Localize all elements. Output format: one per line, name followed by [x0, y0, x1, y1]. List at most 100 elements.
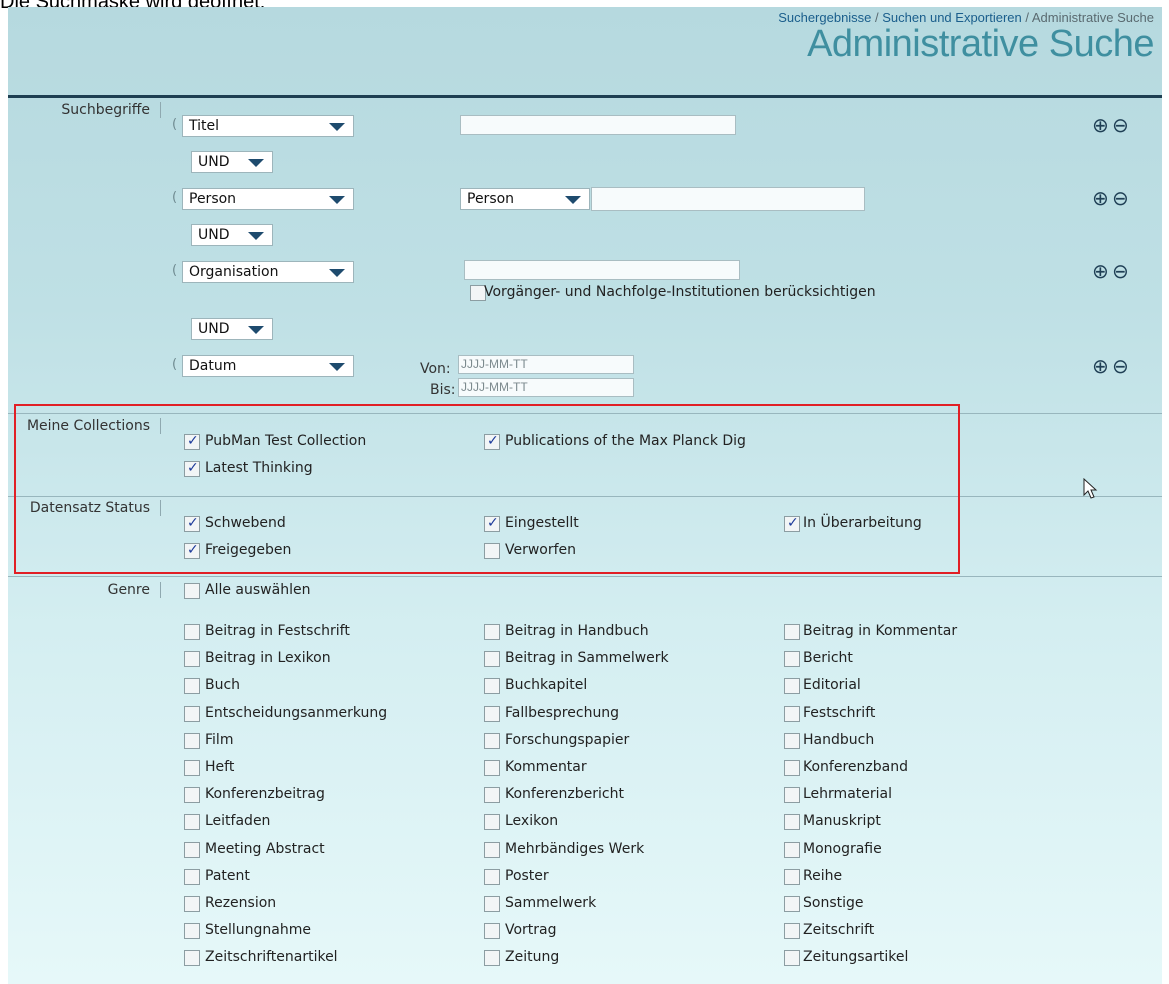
- genre-checkbox[interactable]: [184, 950, 200, 966]
- label-separator: [160, 582, 161, 598]
- genre-checkbox[interactable]: [184, 814, 200, 830]
- genre-label-item: Konferenzbeitrag: [205, 786, 325, 802]
- add-row-icon[interactable]: ⊕: [1092, 115, 1109, 135]
- open-paren: (: [172, 190, 178, 205]
- genre-label-item: Meeting Abstract: [205, 841, 325, 857]
- add-row-icon[interactable]: ⊕: [1092, 188, 1109, 208]
- add-row-icon[interactable]: ⊕: [1092, 261, 1109, 281]
- genre-label-item: Monografie: [803, 841, 882, 857]
- genre-checkbox[interactable]: [184, 624, 200, 640]
- genre-checkbox[interactable]: [484, 814, 500, 830]
- genre-label-item: Zeitschrift: [803, 922, 875, 938]
- genre-label-item: Sonstige: [803, 895, 864, 911]
- genre-checkbox[interactable]: [184, 678, 200, 694]
- field-select-value: Person: [189, 191, 237, 207]
- genre-checkbox[interactable]: [484, 733, 500, 749]
- title-search-input[interactable]: [460, 115, 736, 135]
- genre-checkbox[interactable]: [784, 624, 800, 640]
- genre-label-item: Editorial: [803, 677, 861, 693]
- genre-checkbox[interactable]: [184, 706, 200, 722]
- genre-checkbox[interactable]: [784, 733, 800, 749]
- open-paren: (: [172, 357, 178, 372]
- genre-checkbox[interactable]: [484, 896, 500, 912]
- organisation-search-input[interactable]: [464, 260, 740, 280]
- field-select-organisation[interactable]: Organisation: [182, 261, 354, 283]
- genre-checkbox[interactable]: [484, 869, 500, 885]
- genre-label-item: Manuskript: [803, 813, 881, 829]
- genre-checkbox[interactable]: [784, 651, 800, 667]
- remove-row-icon[interactable]: ⊖: [1112, 356, 1129, 376]
- genre-checkbox[interactable]: [484, 651, 500, 667]
- genre-label-item: Kommentar: [505, 759, 587, 775]
- genre-label-item: Sammelwerk: [505, 895, 597, 911]
- genre-checkbox[interactable]: [784, 896, 800, 912]
- operator-select[interactable]: UND: [191, 151, 273, 173]
- genre-checkbox[interactable]: [484, 678, 500, 694]
- genre-checkbox[interactable]: [784, 950, 800, 966]
- field-select-value: Datum: [189, 358, 237, 374]
- genre-label-item: Leitfaden: [205, 813, 271, 829]
- add-row-icon[interactable]: ⊕: [1092, 356, 1109, 376]
- chevron-down-icon: [248, 326, 264, 334]
- genre-label-item: Konferenzbericht: [505, 786, 624, 802]
- genre-checkbox[interactable]: [484, 950, 500, 966]
- genre-checkbox[interactable]: [184, 842, 200, 858]
- genre-label-item: Vortrag: [505, 922, 557, 938]
- date-to-label: Bis:: [430, 382, 456, 398]
- genre-checkbox[interactable]: [784, 706, 800, 722]
- genre-label-item: Zeitung: [505, 949, 560, 965]
- genre-label-item: Zeitungsartikel: [803, 949, 909, 965]
- field-select-title[interactable]: Titel: [182, 115, 354, 137]
- genre-checkbox[interactable]: [484, 842, 500, 858]
- genre-checkbox[interactable]: [784, 814, 800, 830]
- genre-checkbox[interactable]: [184, 733, 200, 749]
- person-role-select[interactable]: Person: [460, 188, 590, 210]
- genre-checkbox[interactable]: [184, 869, 200, 885]
- page-title: Administrative Suche: [807, 23, 1154, 65]
- genre-checkbox[interactable]: [184, 923, 200, 939]
- genre-label-item: Fallbesprechung: [505, 705, 620, 721]
- chevron-down-icon: [329, 363, 345, 371]
- genre-checkbox[interactable]: [784, 760, 800, 776]
- genre-checkbox[interactable]: [184, 787, 200, 803]
- field-select-date[interactable]: Datum: [182, 355, 354, 377]
- genre-checkbox[interactable]: [184, 760, 200, 776]
- genre-label-item: Beitrag in Handbuch: [505, 623, 649, 639]
- genre-checkbox[interactable]: [484, 760, 500, 776]
- genre-checkbox[interactable]: [484, 706, 500, 722]
- genre-checkbox[interactable]: [484, 787, 500, 803]
- select-all-checkbox[interactable]: [184, 583, 200, 599]
- remove-row-icon[interactable]: ⊖: [1112, 115, 1129, 135]
- genre-checkbox[interactable]: [484, 624, 500, 640]
- genre-checkbox[interactable]: [784, 678, 800, 694]
- person-search-input[interactable]: [591, 187, 865, 211]
- genre-checkbox[interactable]: [784, 787, 800, 803]
- genre-checkbox[interactable]: [184, 651, 200, 667]
- operator-select-value: UND: [198, 227, 230, 243]
- genre-label-item: Lehrmaterial: [803, 786, 892, 802]
- genre-checkbox[interactable]: [484, 923, 500, 939]
- genre-checkbox[interactable]: [184, 896, 200, 912]
- mouse-pointer-icon: [1083, 478, 1098, 499]
- header-divider: [8, 95, 1162, 98]
- field-select-value: Titel: [189, 118, 220, 134]
- operator-select[interactable]: UND: [191, 224, 273, 246]
- genre-checkbox[interactable]: [784, 842, 800, 858]
- remove-row-icon[interactable]: ⊖: [1112, 188, 1129, 208]
- remove-row-icon[interactable]: ⊖: [1112, 261, 1129, 281]
- include-predecessor-label: Vorgänger- und Nachfolge-Institutionen b…: [484, 284, 876, 300]
- genre-label-item: Mehrbändiges Werk: [505, 841, 645, 857]
- field-select-person[interactable]: Person: [182, 188, 354, 210]
- genre-checkbox[interactable]: [784, 923, 800, 939]
- date-from-input[interactable]: JJJJ-MM-TT: [458, 355, 634, 374]
- genre-label-item: Beitrag in Lexikon: [205, 650, 331, 666]
- genre-label-item: Stellungnahme: [205, 922, 311, 938]
- genre-checkbox[interactable]: [784, 869, 800, 885]
- operator-select-value: UND: [198, 154, 230, 170]
- select-all-label: Alle auswählen: [205, 582, 311, 598]
- genre-label-item: Reihe: [803, 868, 843, 884]
- genre-label-item: Festschrift: [803, 705, 876, 721]
- operator-select[interactable]: UND: [191, 318, 273, 340]
- chevron-down-icon: [565, 196, 581, 204]
- date-to-input[interactable]: JJJJ-MM-TT: [458, 378, 634, 397]
